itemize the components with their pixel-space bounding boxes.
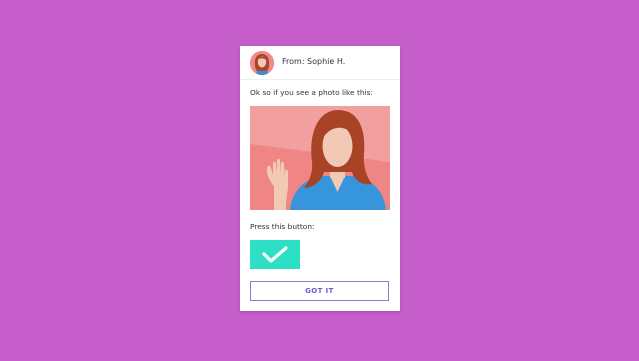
press-instruction: Press this button: xyxy=(250,222,315,231)
avatar-icon xyxy=(250,51,274,75)
got-it-button[interactable]: GOT IT xyxy=(250,281,389,301)
sender-label: From: Sophie H. xyxy=(282,57,346,66)
message-card: From: Sophie H. Ok so if you see a photo… xyxy=(240,46,400,311)
checkmark-icon xyxy=(262,246,288,263)
check-button[interactable] xyxy=(250,240,300,269)
card-header: From: Sophie H. xyxy=(240,46,400,80)
waving-woman-photo xyxy=(250,106,390,210)
avatar xyxy=(250,51,274,75)
intro-text: Ok so if you see a photo like this: xyxy=(250,88,373,97)
example-photo xyxy=(250,106,390,210)
